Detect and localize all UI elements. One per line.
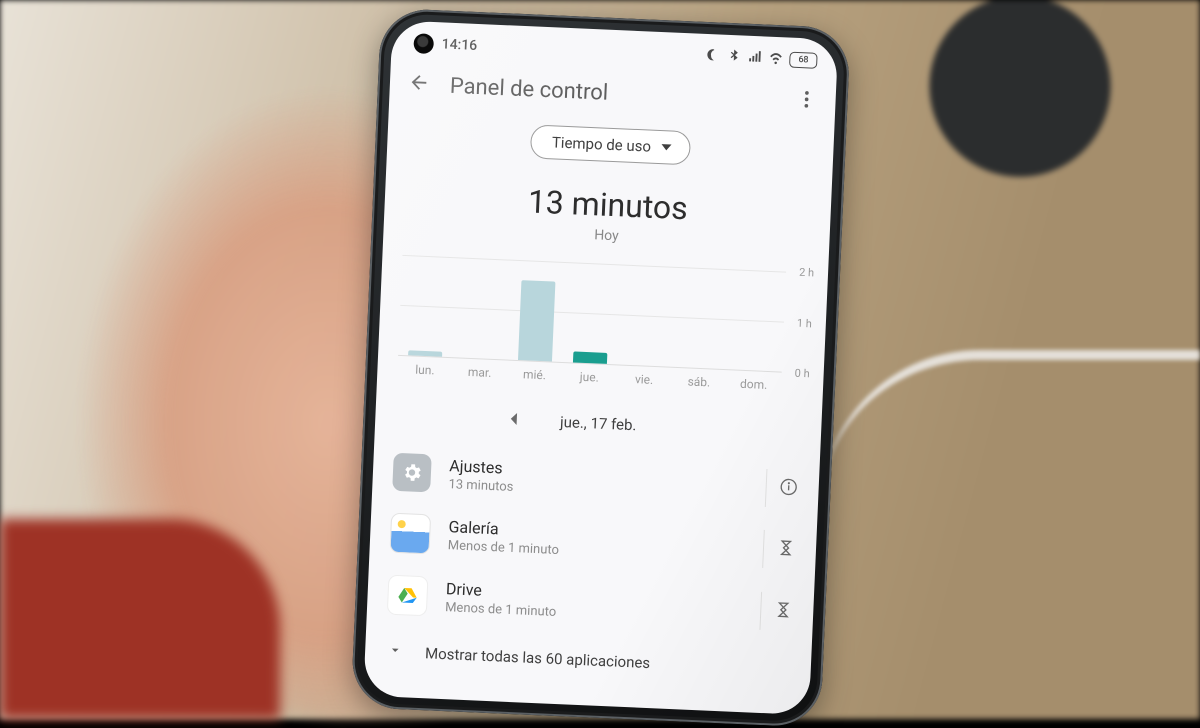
chart-bar[interactable]: [573, 351, 607, 363]
usage-chart[interactable]: 0 h1 h2 h: [398, 255, 814, 374]
chart-y-tick: 2 h: [799, 266, 815, 280]
chart-bar[interactable]: [463, 358, 497, 359]
chart-bar[interactable]: [683, 367, 717, 368]
sleeve: [0, 519, 280, 719]
metric-selector-label: Tiempo de uso: [552, 133, 652, 155]
signal-icon: [747, 48, 763, 68]
info-icon[interactable]: [778, 477, 799, 502]
overflow-menu-button[interactable]: [795, 88, 818, 115]
chart-x-tick: mié.: [507, 367, 562, 383]
chart-x-tick: dom.: [726, 376, 781, 392]
hourglass-icon[interactable]: [775, 537, 796, 562]
chevron-down-icon: [387, 642, 404, 663]
screen: 14:16 68: [363, 20, 838, 715]
current-date-label: jue., 17 feb.: [560, 413, 637, 434]
status-time: 14:16: [441, 36, 477, 54]
app-usage-list: Ajustes13 minutosGaleríaMenos de 1 minut…: [366, 441, 820, 644]
back-button[interactable]: [407, 71, 430, 98]
dropdown-icon: [661, 138, 672, 156]
bluetooth-icon: [726, 47, 742, 67]
gallery-app-icon: [389, 513, 431, 555]
settings-app-icon: [392, 453, 432, 493]
chart-bar[interactable]: [518, 280, 555, 361]
chart-bar[interactable]: [737, 370, 771, 371]
chart-bar[interactable]: [628, 365, 662, 366]
prev-day-button[interactable]: [508, 411, 521, 430]
metric-selector[interactable]: Tiempo de uso: [530, 124, 690, 165]
chart-bar[interactable]: [409, 350, 443, 356]
chart-x-tick: vie.: [616, 371, 671, 387]
chart-x-tick: jue.: [562, 369, 617, 385]
wifi-icon: [768, 49, 784, 69]
status-icons: 68: [705, 46, 818, 70]
page-title: Panel de control: [449, 73, 608, 105]
phone: 14:16 68: [351, 8, 851, 728]
show-all-apps-label: Mostrar todas las 60 aplicaciones: [425, 644, 651, 672]
chart-y-tick: 1 h: [797, 316, 813, 330]
chart-x-tick: lun.: [397, 362, 452, 378]
drive-app-icon: [387, 575, 429, 617]
dnd-icon: [705, 46, 721, 66]
hourglass-icon[interactable]: [773, 599, 794, 624]
chart-y-tick: 0 h: [794, 367, 810, 381]
battery-icon: 68: [789, 52, 818, 69]
battery-level: 68: [798, 56, 808, 65]
chart-x-tick: sáb.: [671, 374, 726, 390]
chart-x-tick: mar.: [452, 364, 507, 380]
